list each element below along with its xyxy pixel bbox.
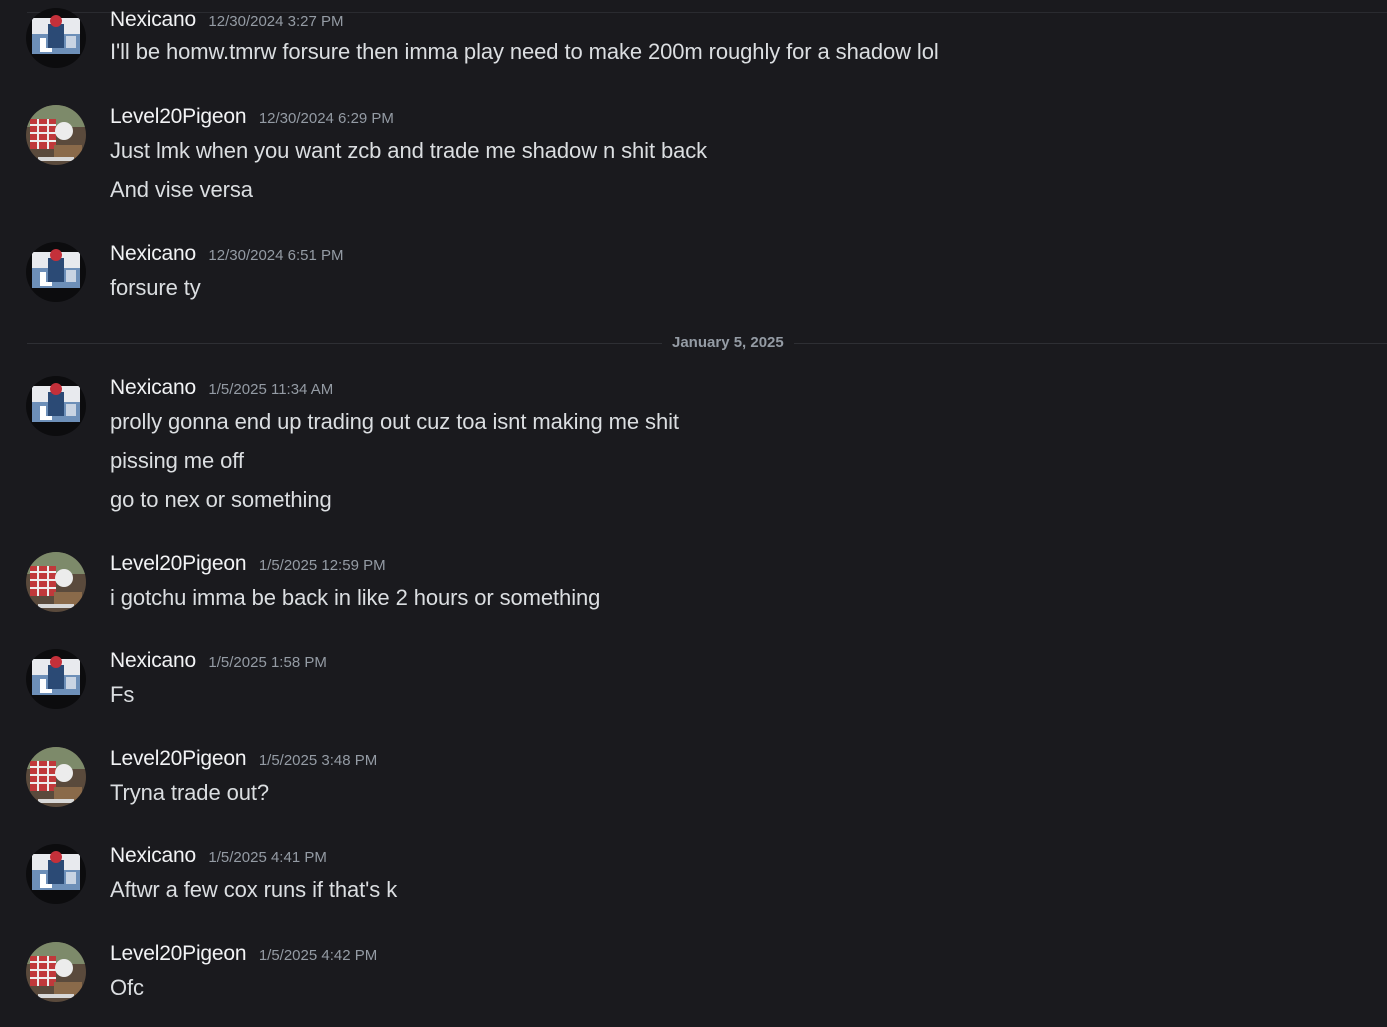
message-header: Nexicano 12/30/2024 3:27 PM: [110, 8, 344, 36]
avatar-nexicano[interactable]: [26, 242, 86, 302]
message-text: Tryna trade out?: [110, 780, 270, 805]
timestamp[interactable]: 1/5/2025 11:34 AM: [208, 381, 333, 398]
avatar-nexicano[interactable]: [26, 649, 86, 709]
avatar-image-icon: [26, 747, 86, 807]
message-text: And vise versa: [110, 177, 253, 202]
message-text: go to nex or something: [110, 487, 332, 512]
timestamp[interactable]: 12/30/2024 3:27 PM: [208, 13, 343, 30]
message-list: Nexicano 12/30/2024 3:27 PM I'll be homw…: [0, 0, 1387, 1027]
username[interactable]: Level20Pigeon: [110, 105, 247, 128]
message-header: Nexicano 1/5/2025 11:34 AM: [110, 376, 333, 404]
username[interactable]: Level20Pigeon: [110, 552, 247, 575]
message-text: Just lmk when you want zcb and trade me …: [110, 138, 708, 163]
message-header: Nexicano 1/5/2025 4:41 PM: [110, 844, 327, 872]
avatar-image-icon: [26, 649, 86, 709]
avatar-level20pigeon[interactable]: [26, 942, 86, 1002]
message-text: Ofc: [110, 975, 144, 1000]
message-header: Nexicano 1/5/2025 1:58 PM: [110, 649, 327, 677]
timestamp[interactable]: 12/30/2024 6:51 PM: [208, 247, 343, 264]
timestamp[interactable]: 1/5/2025 3:48 PM: [259, 752, 377, 769]
timestamp[interactable]: 12/30/2024 6:29 PM: [259, 110, 394, 127]
avatar-nexicano[interactable]: [26, 8, 86, 68]
username[interactable]: Nexicano: [110, 844, 196, 867]
message-text: Fs: [110, 682, 135, 707]
avatar-image-icon: [26, 8, 86, 68]
username[interactable]: Nexicano: [110, 242, 196, 265]
avatar-image-icon: [26, 376, 86, 436]
username[interactable]: Nexicano: [110, 376, 196, 399]
message-header: Nexicano 12/30/2024 6:51 PM: [110, 242, 344, 270]
username[interactable]: Level20Pigeon: [110, 747, 247, 770]
avatar-level20pigeon[interactable]: [26, 747, 86, 807]
username[interactable]: Nexicano: [110, 649, 196, 672]
timestamp[interactable]: 1/5/2025 4:42 PM: [259, 947, 377, 964]
message-header: Level20Pigeon 1/5/2025 12:59 PM: [110, 552, 386, 580]
message-header: Level20Pigeon 12/30/2024 6:29 PM: [110, 105, 394, 133]
avatar-image-icon: [26, 242, 86, 302]
message-header: Level20Pigeon 1/5/2025 3:48 PM: [110, 747, 377, 775]
message-text: i gotchu imma be back in like 2 hours or…: [110, 585, 601, 610]
date-divider-label: January 5, 2025: [662, 333, 794, 353]
timestamp[interactable]: 1/5/2025 4:41 PM: [208, 849, 326, 866]
avatar-image-icon: [26, 552, 86, 612]
avatar-level20pigeon[interactable]: [26, 552, 86, 612]
message-text: I'll be homw.tmrw forsure then imma play…: [110, 39, 939, 64]
timestamp[interactable]: 1/5/2025 1:58 PM: [208, 654, 326, 671]
avatar-level20pigeon[interactable]: [26, 105, 86, 165]
message-header: Level20Pigeon 1/5/2025 4:42 PM: [110, 942, 377, 970]
message-text: forsure ty: [110, 275, 201, 300]
message-text: Aftwr a few cox runs if that's k: [110, 877, 398, 902]
username[interactable]: Nexicano: [110, 8, 196, 31]
message-text: pissing me off: [110, 448, 244, 473]
timestamp[interactable]: 1/5/2025 12:59 PM: [259, 557, 386, 574]
avatar-image-icon: [26, 942, 86, 1002]
avatar-image-icon: [26, 844, 86, 904]
avatar-nexicano[interactable]: [26, 376, 86, 436]
avatar-image-icon: [26, 105, 86, 165]
username[interactable]: Level20Pigeon: [110, 942, 247, 965]
message-text: prolly gonna end up trading out cuz toa …: [110, 409, 679, 434]
avatar-nexicano[interactable]: [26, 844, 86, 904]
